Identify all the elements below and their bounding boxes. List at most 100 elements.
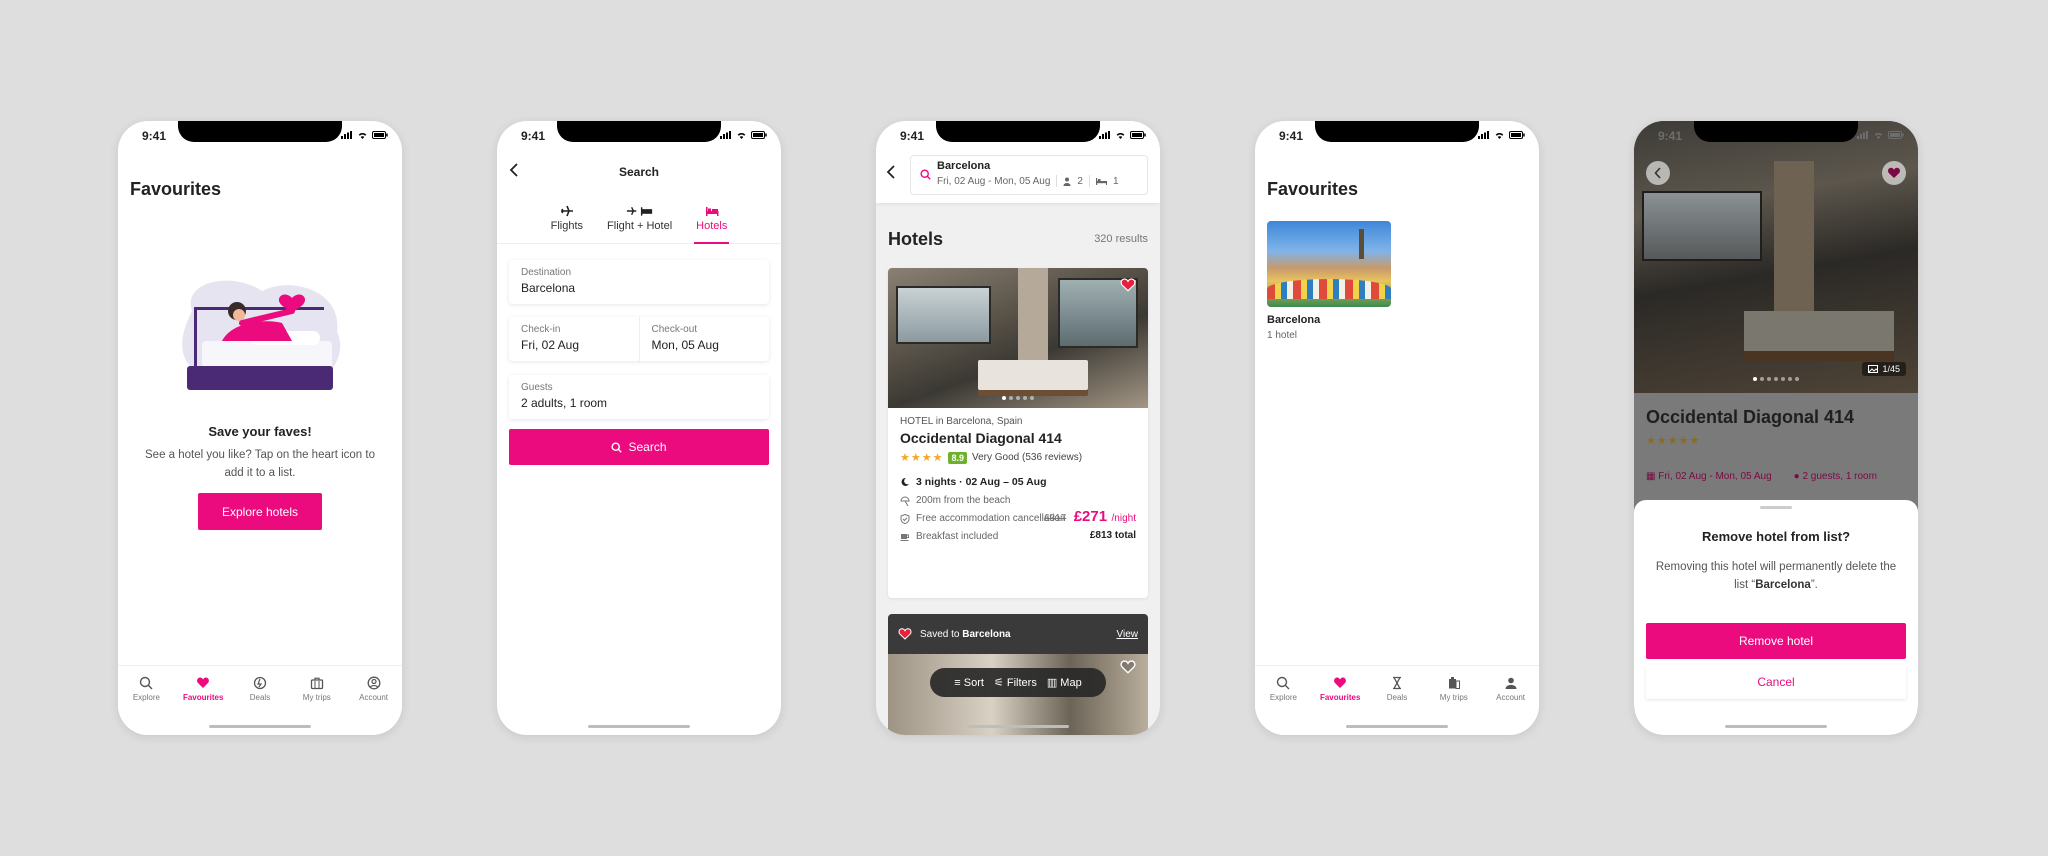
- results-heading: Hotels: [888, 229, 944, 249]
- gallery-icon: [1868, 365, 1879, 373]
- phone-favourites-empty: 9:41 Favourites Save your faves! See a h…: [118, 121, 402, 735]
- destination-field[interactable]: Destination Barcelona: [509, 260, 769, 304]
- hotel-name: Occidental Diagonal 414: [900, 430, 1062, 446]
- search-summary[interactable]: Barcelona Fri, 02 Aug - Mon, 05 Aug 2 1: [910, 155, 1148, 195]
- wifi-icon: [358, 132, 367, 139]
- coffee-icon: [900, 533, 909, 541]
- favourite-list-name[interactable]: Barcelona: [1267, 314, 1320, 326]
- price: £271: [1073, 508, 1108, 525]
- signal-icon: [1857, 131, 1868, 139]
- signal-icon: [720, 131, 731, 139]
- toast-list: Barcelona: [962, 628, 1011, 640]
- heart-outline-icon[interactable]: [1120, 660, 1136, 674]
- nav-explore[interactable]: Explore: [1258, 676, 1308, 735]
- home-indicator: [1725, 725, 1827, 728]
- account-icon: [1505, 677, 1517, 689]
- page-title: Search: [618, 165, 660, 179]
- saved-toast: Saved to Barcelona View: [888, 614, 1148, 654]
- status-bar: 9:41: [876, 129, 1160, 143]
- sort-filter-bar: ≡ Sort ⚟ Filters ▥ Map: [930, 668, 1106, 697]
- results-count: 320 results: [1094, 233, 1148, 245]
- favourite-list-thumbnail[interactable]: [1267, 221, 1391, 307]
- phone-remove-hotel: 9:41 1/45 Occidental Diagonal 414 ★★★★★ …: [1634, 121, 1918, 735]
- hotel-name: Occidental Diagonal 414: [1646, 407, 1855, 427]
- sheet-title: Remove hotel from list?: [1701, 529, 1851, 544]
- heart-icon: [197, 677, 210, 688]
- status-bar: 9:41: [497, 129, 781, 143]
- home-indicator: [967, 725, 1069, 728]
- signal-icon: [1478, 131, 1489, 139]
- price-unit: /night: [1111, 513, 1136, 524]
- home-indicator: [588, 725, 690, 728]
- plane-bed-icon: [626, 206, 652, 216]
- wifi-icon: [1116, 132, 1125, 139]
- summary-guests: 2: [1077, 175, 1083, 187]
- photo-counter[interactable]: 1/45: [1862, 362, 1906, 376]
- nav-explore[interactable]: Explore: [121, 676, 171, 735]
- checkout-field[interactable]: Check-out Mon, 05 Aug: [638, 317, 770, 361]
- heart-icon: [1334, 677, 1347, 688]
- explore-hotels-button[interactable]: Explore hotels: [198, 493, 322, 530]
- deals-icon: [253, 676, 267, 690]
- hotel-type: HOTEL in Barcelona, Spain: [900, 416, 1023, 427]
- search-tabs: Flights Flight + Hotel Hotels: [497, 205, 781, 244]
- plane-icon: [560, 205, 573, 217]
- shield-check-icon: [900, 513, 910, 524]
- checkin-field[interactable]: Check-in Fri, 02 Aug: [509, 317, 639, 361]
- tab-flight-hotel[interactable]: Flight + Hotel: [605, 205, 674, 244]
- phone-search: 9:41 Search Flights Flight + Hotel Hotel…: [497, 121, 781, 735]
- hotel-hero-photo[interactable]: [1634, 121, 1918, 393]
- tab-hotels[interactable]: Hotels: [694, 205, 730, 244]
- wifi-icon: [737, 132, 746, 139]
- moon-icon: [901, 477, 909, 486]
- sort-button[interactable]: ≡ Sort: [954, 677, 984, 689]
- hotel-info-dimmed: Occidental Diagonal 414 ★★★★★ ▦ Fri, 02 …: [1634, 393, 1918, 513]
- cancel-button[interactable]: Cancel: [1646, 665, 1906, 699]
- remove-hotel-button[interactable]: Remove hotel: [1646, 623, 1906, 659]
- nav-account[interactable]: Account: [1486, 676, 1536, 735]
- heart-icon[interactable]: [1120, 278, 1136, 292]
- page-title: Favourites: [1267, 179, 1359, 199]
- search-button[interactable]: Search: [509, 429, 769, 465]
- battery-icon: [1888, 131, 1904, 139]
- feature-beach: 200m from the beach: [916, 495, 1011, 506]
- account-icon: [367, 676, 381, 690]
- hotel-photo[interactable]: [888, 268, 1148, 408]
- back-icon[interactable]: [886, 165, 896, 184]
- price-block: £317 £271 /night £813 total: [1044, 508, 1136, 541]
- guests-field[interactable]: Guests 2 adults, 1 room: [509, 375, 769, 419]
- chevron-left-icon: [1654, 167, 1661, 179]
- status-time: 9:41: [142, 129, 167, 143]
- search-icon: [920, 169, 931, 180]
- home-indicator: [209, 725, 311, 728]
- status-bar: 9:41: [118, 129, 402, 143]
- filters-button[interactable]: ⚟ Filters: [994, 676, 1037, 689]
- review-score: 8.9: [948, 451, 967, 464]
- toast-prefix: Saved to: [920, 628, 960, 640]
- sleeping-illustration: [182, 280, 341, 390]
- bed-icon: [1095, 178, 1107, 185]
- suitcase-icon: [310, 677, 323, 690]
- signal-icon: [1099, 131, 1110, 139]
- sheet-grabber[interactable]: [1760, 506, 1792, 509]
- phone-favourites-list: 9:41 Favourites Barcelona 1 hotel Explor…: [1255, 121, 1539, 735]
- nav-account[interactable]: Account: [349, 676, 399, 735]
- total-price: £813 total: [1089, 530, 1136, 541]
- favourite-button[interactable]: [1882, 161, 1906, 185]
- battery-icon: [751, 131, 767, 139]
- empty-description: See a hotel you like? Tap on the heart i…: [145, 449, 375, 479]
- stay-guests: ● 2 guests, 1 room: [1793, 471, 1877, 482]
- wifi-icon: [1495, 132, 1504, 139]
- star-rating: ★★★★: [900, 452, 944, 464]
- battery-icon: [1130, 131, 1146, 139]
- tab-flights[interactable]: Flights: [549, 205, 585, 244]
- summary-destination: Barcelona: [937, 160, 991, 172]
- hotel-card[interactable]: HOTEL in Barcelona, Spain Occidental Dia…: [888, 268, 1148, 598]
- sheet-description: Removing this hotel will permanently del…: [1655, 561, 1897, 591]
- map-button[interactable]: ▥ Map: [1047, 676, 1082, 689]
- page-title: Favourites: [130, 179, 222, 199]
- toast-view-link[interactable]: View: [1117, 629, 1139, 640]
- back-button[interactable]: [1646, 161, 1670, 185]
- empty-heading: Save your faves!: [208, 424, 312, 439]
- hourglass-icon: [1392, 676, 1401, 690]
